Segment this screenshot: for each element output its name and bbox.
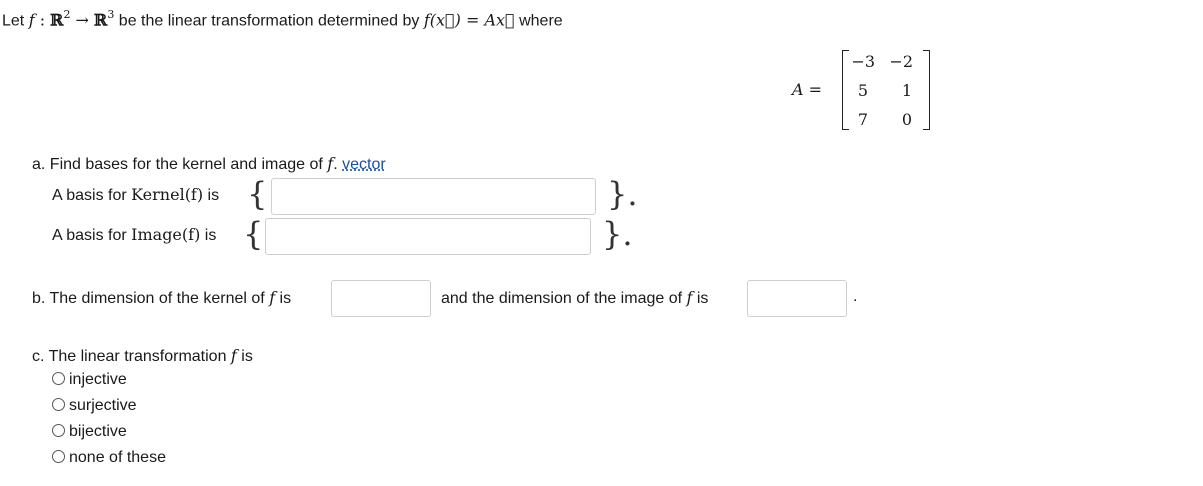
radio-button[interactable] [52, 424, 65, 437]
matrix-cell: 5 [857, 81, 868, 100]
option-bijective[interactable]: bijective [52, 423, 127, 441]
matrix-label: A = [792, 80, 823, 99]
radio-button[interactable] [52, 450, 65, 463]
kernel-dimension-input[interactable] [331, 280, 431, 317]
image-close-brace: }. [602, 215, 633, 253]
image-basis-label: A basis for Image(f) is [52, 225, 217, 244]
image-open-brace: { [243, 215, 264, 253]
matrix-cell: −3 [851, 52, 875, 71]
kernel-basis-input[interactable] [271, 178, 596, 215]
kernel-basis-label: A basis for Kernel(f) is [52, 185, 220, 204]
option-injective[interactable]: injective [52, 371, 127, 389]
matrix-cell: 7 [857, 110, 868, 129]
problem-statement: Let f : ℝ2 → ℝ3 be the linear transforma… [2, 8, 563, 30]
kernel-close-brace: }. [607, 175, 638, 213]
matrix-right-bracket [923, 50, 930, 130]
radio-button[interactable] [52, 372, 65, 385]
image-dimension-input[interactable] [747, 280, 847, 317]
kernel-open-brace: { [247, 175, 268, 213]
part-c-question: c. The linear transformation f is [32, 346, 253, 365]
part-b-text-1: b. The dimension of the kernel of f is [32, 288, 292, 307]
vector-help-link[interactable]: vector [342, 156, 386, 173]
radio-button[interactable] [52, 398, 65, 411]
part-a-question: a. Find bases for the kernel and image o… [32, 154, 386, 173]
option-surjective[interactable]: surjective [52, 397, 137, 415]
matrix-cell: −2 [889, 52, 913, 71]
part-b-period: . [853, 288, 858, 305]
matrix-cell: 0 [901, 110, 912, 129]
option-none-of-these[interactable]: none of these [52, 449, 166, 467]
image-basis-input[interactable] [265, 218, 591, 255]
part-b-text-2: and the dimension of the image of f is [441, 288, 709, 307]
matrix-cell: 1 [901, 81, 912, 100]
